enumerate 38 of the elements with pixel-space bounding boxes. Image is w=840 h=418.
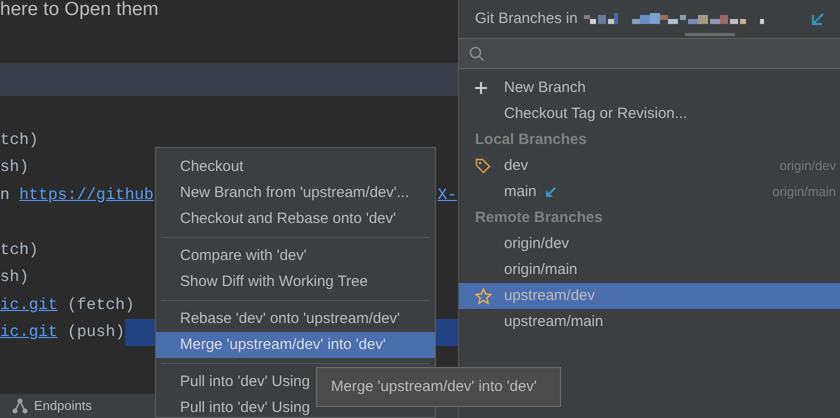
menu-item[interactable]: Compare with 'dev' (156, 243, 435, 269)
branch-item[interactable]: origin/dev (459, 231, 840, 257)
action-item[interactable]: New Branch (459, 75, 840, 101)
url-link[interactable]: X- (438, 184, 457, 205)
console-text: (fetch) (66, 294, 134, 315)
action-item[interactable]: Checkout Tag or Revision... (459, 101, 840, 127)
console-text: n (0, 184, 11, 205)
menu-item[interactable]: Merge 'upstream/dev' into 'dev' (156, 332, 435, 358)
console-text: tch) (0, 130, 38, 150)
tooltip: Merge 'upstream/dev' into 'dev' (316, 367, 561, 407)
branch-item[interactable]: main origin/main (459, 179, 840, 205)
console-text: sh) (0, 157, 29, 178)
menu-item[interactable]: Checkout and Rebase onto 'dev' (156, 206, 435, 232)
nodes-icon (12, 398, 28, 414)
url-link[interactable]: https://github (19, 184, 154, 205)
url-link[interactable]: ic.git (0, 322, 58, 342)
tracking-branch: origin/main (772, 183, 836, 202)
tracking-branch: origin/dev (780, 157, 836, 176)
pin-icon[interactable] (810, 11, 826, 27)
console-text: tch) (0, 240, 38, 260)
popup-title: Git Branches in (475, 8, 578, 29)
section-header: Local Branches (474, 130, 588, 150)
section-header: Remote Branches (474, 208, 604, 228)
search-icon (469, 46, 485, 62)
tool-window-tab[interactable]: Endpoints (34, 396, 92, 416)
branch-item[interactable]: upstream/main (459, 309, 840, 335)
search-field[interactable] (459, 38, 840, 69)
plus-icon (475, 82, 487, 94)
menu-item[interactable]: Rebase 'dev' onto 'upstream/dev' (156, 306, 435, 332)
url-link[interactable]: ic.git (0, 294, 58, 315)
console-text: (push) (66, 322, 125, 342)
menu-item[interactable]: New Branch from 'upstream/dev'... (156, 180, 435, 206)
branch-item[interactable]: origin/main (459, 257, 840, 283)
menu-item[interactable]: Show Diff with Working Tree (156, 269, 435, 295)
menu-item[interactable]: Checkout (156, 154, 435, 180)
branch-item[interactable]: dev origin/dev (459, 153, 840, 179)
console-text: sh) (0, 267, 29, 288)
hint-text: here to Open them (0, 0, 158, 20)
